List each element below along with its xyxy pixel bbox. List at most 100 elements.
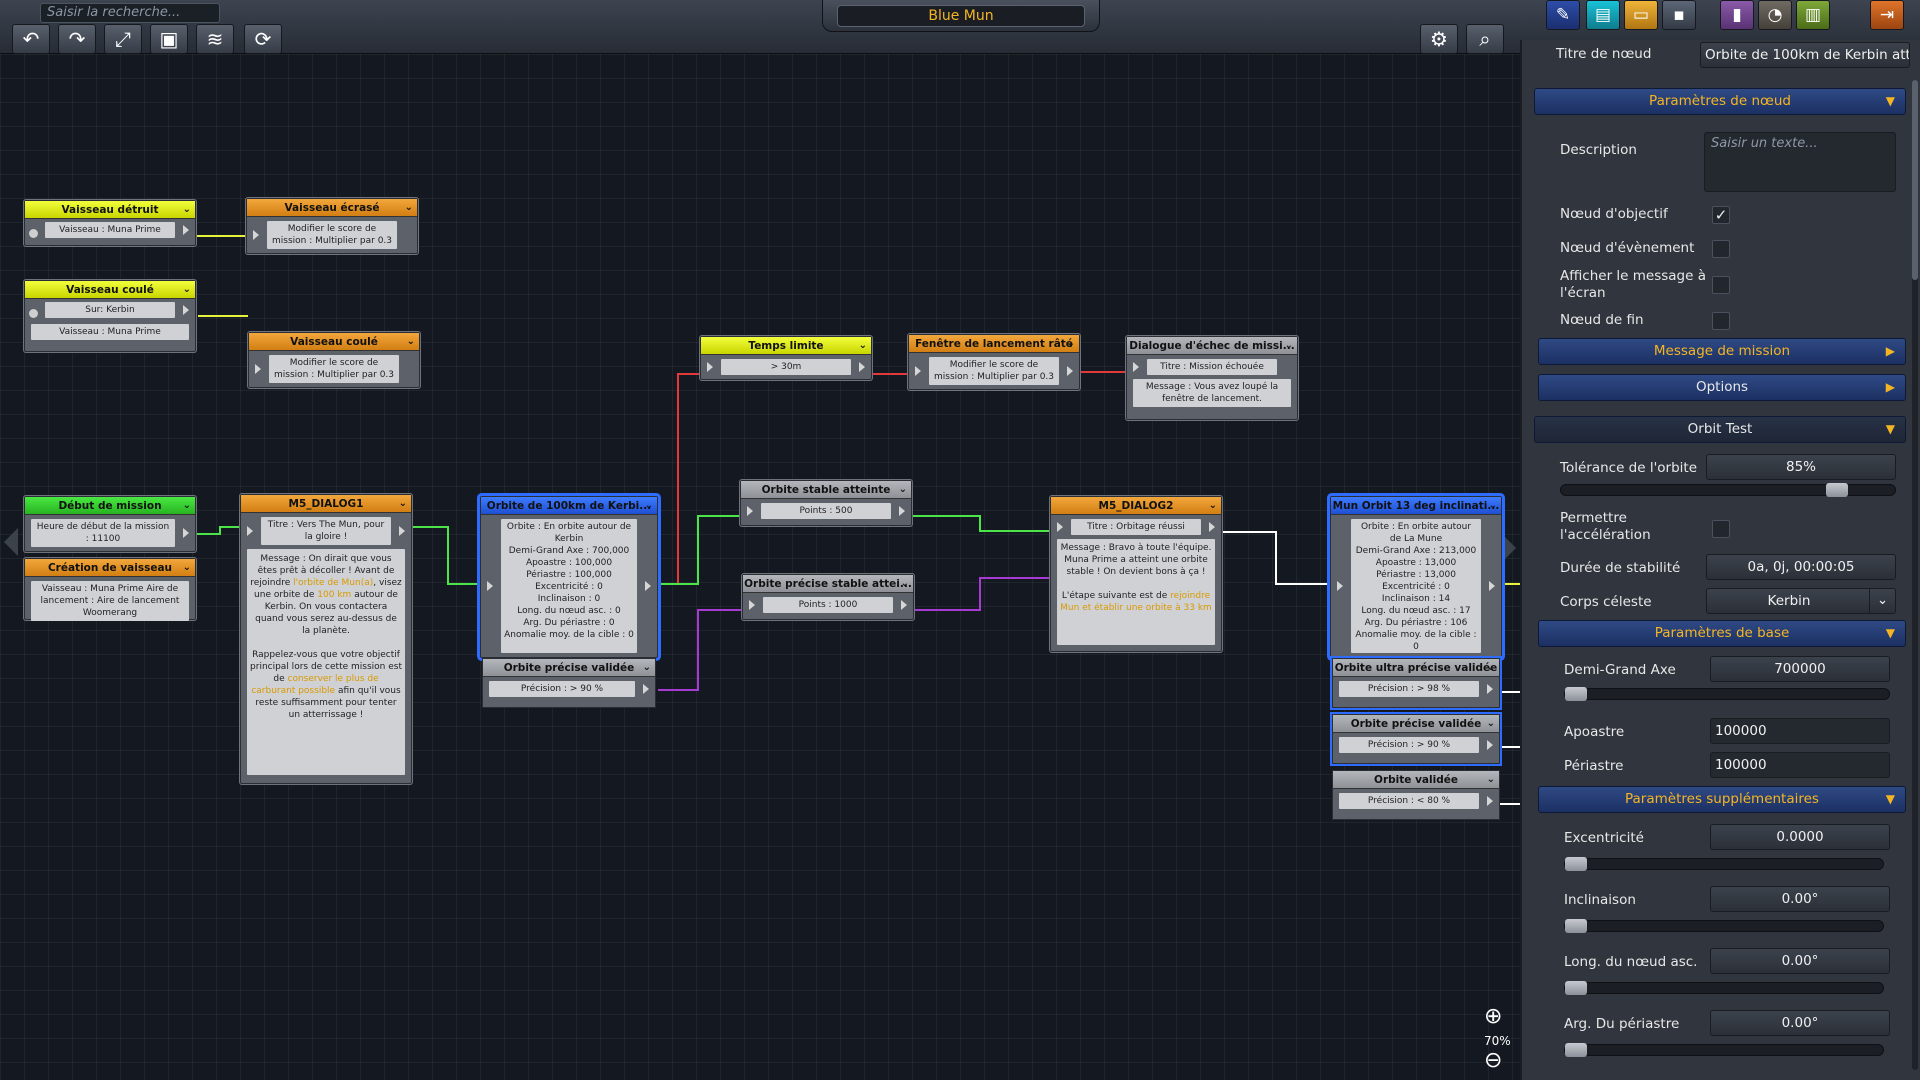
inclination-slider[interactable] [1564, 919, 1884, 933]
allow-warp-checkbox[interactable] [1712, 520, 1730, 538]
inclination-field[interactable]: 0.00° [1710, 886, 1890, 912]
input-port[interactable] [1133, 362, 1139, 372]
chevron-down-icon[interactable]: ⌄ [643, 659, 651, 677]
input-port-circle[interactable] [29, 309, 38, 318]
node-precise-stable-orbit[interactable]: Orbite précise stable attei... ⌄ Points :… [742, 574, 914, 620]
tolerance-field[interactable]: 85% [1706, 454, 1896, 480]
chevron-down-icon[interactable]: ⌄ [183, 281, 191, 299]
node-header[interactable]: Temps limite ⌄ [701, 337, 871, 355]
chevron-down-icon[interactable]: ⌄ [407, 333, 415, 351]
lan-slider[interactable] [1564, 981, 1884, 995]
canvas-scroll-left-arrow[interactable] [4, 528, 18, 556]
chevron-down-icon[interactable]: ⌄ [1285, 337, 1293, 355]
layers-icon[interactable]: ≋ [196, 24, 234, 54]
node-header[interactable]: Orbite stable atteinte ⌄ [741, 481, 911, 499]
chevron-down-icon[interactable]: ⌄ [183, 497, 191, 515]
output-port[interactable] [1067, 366, 1073, 376]
chevron-down-icon[interactable]: ⌄ [901, 575, 909, 593]
node-header[interactable]: Vaisseau détruit ⌄ [25, 201, 195, 219]
node-header[interactable]: Début de mission ⌄ [25, 497, 195, 515]
chevron-down-icon[interactable]: ⌄ [405, 199, 413, 217]
output-port[interactable] [643, 684, 649, 694]
chevron-down-icon[interactable]: ⌄ [1869, 588, 1895, 614]
chevron-down-icon[interactable]: ⌄ [1487, 659, 1495, 677]
eccentricity-field[interactable]: 0.0000 [1710, 824, 1890, 850]
input-port[interactable] [253, 230, 259, 240]
section-base-params[interactable]: Paramètres de base ▼ [1538, 620, 1906, 647]
node-header[interactable]: Vaisseau coulé ⌄ [249, 333, 419, 351]
sub-node-header[interactable]: Orbite précise validée ⌄ [1333, 715, 1499, 733]
input-port[interactable] [487, 581, 493, 591]
arg-periapsis-slider[interactable] [1564, 1043, 1884, 1057]
fit-view-icon[interactable]: ▣ [150, 24, 188, 54]
chevron-down-icon[interactable]: ⌄ [645, 497, 653, 515]
zoom-in-icon[interactable]: ⊕ [1484, 1004, 1502, 1029]
output-port[interactable] [899, 506, 905, 516]
input-port[interactable] [255, 364, 261, 374]
node-vessel-crashed[interactable]: Vaisseau écrasé ⌄ Modifier le score de mi… [246, 198, 418, 254]
output-port[interactable] [1487, 740, 1493, 750]
node-orbit-validated[interactable]: Orbite validée ⌄ Précision : < 80 % [1332, 770, 1500, 820]
sma-field[interactable]: 700000 [1710, 656, 1890, 682]
node-mun-orbit-13[interactable]: Mun Orbit 13 deg inclinati... ⌄ Orbite : … [1330, 496, 1502, 658]
new-mission-icon[interactable]: ▤ [1586, 0, 1620, 30]
clipboard-icon[interactable]: ▮ [1720, 0, 1754, 30]
node-dialog-1[interactable]: M5_DIALOG1 ⌄ Titre : Vers The Mun, pour l… [240, 494, 412, 784]
output-port[interactable] [399, 526, 405, 536]
description-textarea[interactable]: Saisir un texte... [1704, 132, 1896, 192]
open-folder-icon[interactable]: ▭ [1624, 0, 1658, 30]
chart-icon[interactable]: ▥ [1796, 0, 1830, 30]
node-header[interactable]: Orbite précise stable attei... ⌄ [743, 575, 913, 593]
node-fail-dialog[interactable]: Dialogue d'échec de missi... ⌄ Titre : Mi… [1126, 336, 1298, 420]
node-orbit-precise-validated[interactable]: Orbite précise validée ⌄ Précision : > 90… [482, 658, 656, 708]
output-port[interactable] [1209, 522, 1215, 532]
node-header[interactable]: Vaisseau écrasé ⌄ [247, 199, 417, 217]
event-node-checkbox[interactable] [1712, 240, 1730, 258]
node-title-field[interactable]: Orbite de 100km de Kerbin attei... [1700, 42, 1910, 68]
input-port[interactable] [747, 506, 753, 516]
node-header[interactable]: Fenêtre de lancement râté ⌄ [909, 335, 1079, 353]
settings-gear-icon[interactable]: ⚙ [1420, 24, 1458, 54]
slider-knob[interactable] [1826, 483, 1848, 497]
input-port[interactable] [1057, 522, 1063, 532]
node-vessel-creation[interactable]: Création de vaisseau ⌄ Vaisseau : Muna Pr… [24, 558, 196, 621]
node-header[interactable]: Vaisseau coulé ⌄ [25, 281, 195, 299]
tolerance-slider[interactable] [1560, 483, 1896, 497]
chevron-down-icon[interactable]: ⌄ [1209, 497, 1217, 515]
node-header[interactable]: Dialogue d'échec de missi... ⌄ [1127, 337, 1297, 355]
output-port[interactable] [859, 362, 865, 372]
node-orbit-100km[interactable]: Orbite de 100km de Kerbi... ⌄ Orbite : En… [480, 496, 658, 658]
search-input[interactable]: Saisir la recherche... [40, 3, 220, 23]
sub-node-header[interactable]: Orbite validée ⌄ [1333, 771, 1499, 789]
node-vessel-destroyed[interactable]: Vaisseau détruit ⌄ Vaisseau : Muna Prime [24, 200, 196, 246]
output-port[interactable] [183, 528, 189, 538]
node-header[interactable]: Orbite de 100km de Kerbi... ⌄ [481, 497, 657, 515]
output-port[interactable] [183, 305, 189, 315]
redo-button[interactable]: ↷ [58, 24, 96, 54]
chevron-down-icon[interactable]: ⌄ [859, 337, 867, 355]
sub-node-header[interactable]: Orbite précise validée ⌄ [483, 659, 655, 677]
periapsis-field[interactable]: 100000 [1710, 752, 1890, 778]
refresh-icon[interactable]: ⟳ [244, 24, 282, 54]
section-node-params[interactable]: Paramètres de nœud ▼ [1534, 88, 1906, 115]
input-port-circle[interactable] [29, 229, 38, 238]
show-message-checkbox[interactable] [1712, 276, 1730, 294]
celestial-body-select[interactable]: Kerbin ⌄ [1706, 588, 1896, 614]
stability-duration-field[interactable]: 0a, 0j, 00:00:05 [1706, 554, 1896, 580]
output-port[interactable] [1487, 684, 1493, 694]
output-port[interactable] [183, 225, 189, 235]
panel-scrollbar[interactable] [1912, 80, 1918, 1070]
objective-node-checkbox[interactable]: ✓ [1712, 206, 1730, 224]
output-port[interactable] [645, 581, 651, 591]
output-port[interactable] [1487, 796, 1493, 806]
node-vessel-sunk[interactable]: Vaisseau coulé ⌄ Sur: Kerbin Vaisseau : M… [24, 280, 196, 352]
chevron-down-icon[interactable]: ⌄ [1067, 335, 1075, 353]
node-header[interactable]: Création de vaisseau ⌄ [25, 559, 195, 577]
node-mission-start[interactable]: Début de mission ⌄ Heure de début de la m… [24, 496, 196, 552]
node-time-limit[interactable]: Temps limite ⌄ > 30m [700, 336, 872, 380]
chevron-down-icon[interactable]: ⌄ [399, 495, 407, 513]
slider-knob[interactable] [1565, 919, 1587, 933]
zoom-out-icon[interactable]: ⊖ [1484, 1048, 1502, 1073]
node-vessel-sunk-score[interactable]: Vaisseau coulé ⌄ Modifier le score de mis… [248, 332, 420, 388]
lan-field[interactable]: 0.00° [1710, 948, 1890, 974]
